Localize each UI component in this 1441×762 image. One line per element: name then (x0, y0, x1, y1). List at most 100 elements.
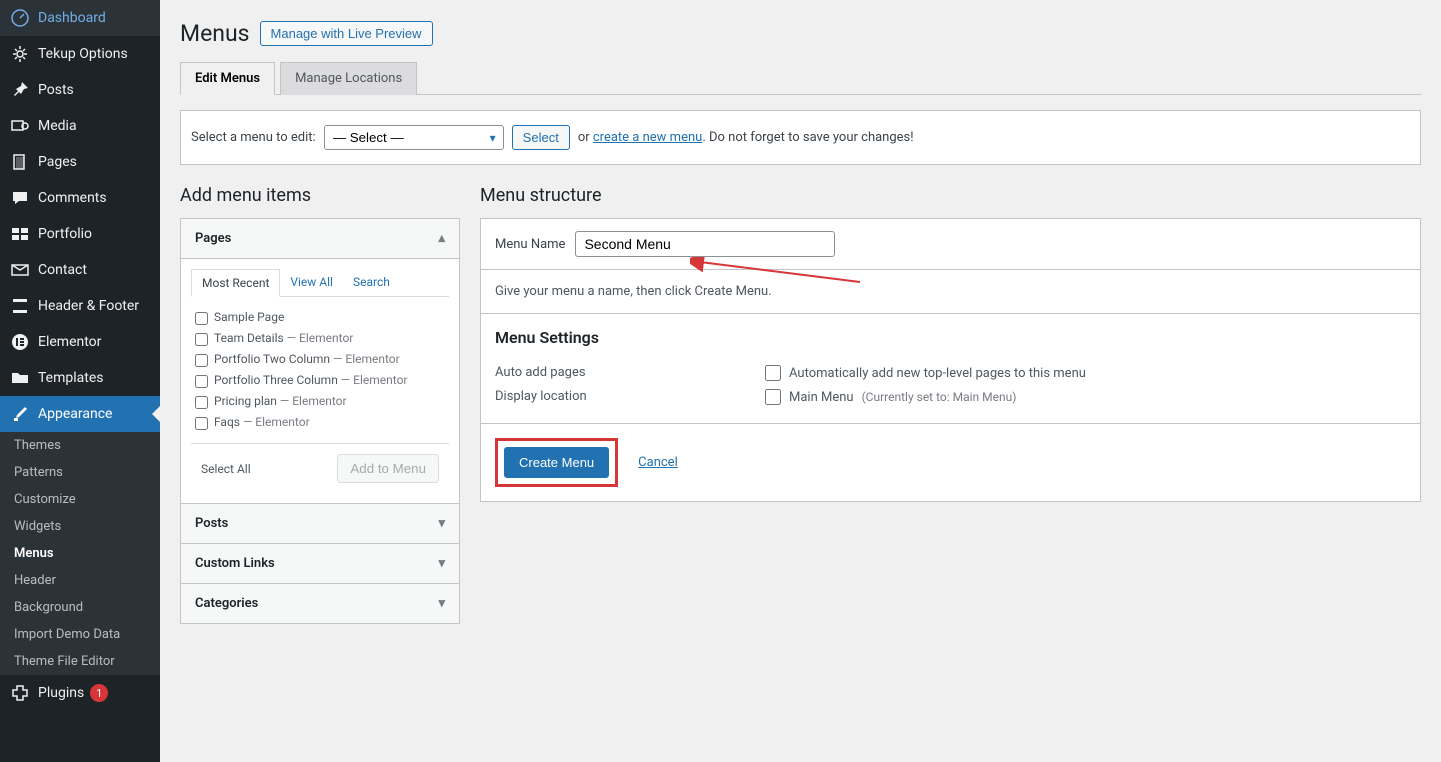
page-checkbox[interactable] (195, 417, 208, 430)
page-checkbox[interactable] (195, 312, 208, 325)
menu-name-input[interactable] (575, 231, 835, 257)
sidebar-item-dashboard[interactable]: Dashboard (0, 0, 160, 36)
auto-add-checkbox-row[interactable]: Automatically add new top-level pages to… (765, 365, 1086, 381)
submenu-theme-editor[interactable]: Theme File Editor (0, 648, 160, 675)
page-checkbox-item[interactable]: Sample Page (195, 307, 445, 328)
tab-most-recent[interactable]: Most Recent (191, 269, 280, 297)
menu-select-dropdown[interactable]: — Select — (324, 125, 504, 150)
admin-sidebar: Dashboard Tekup Options Posts Media Page… (0, 0, 160, 762)
submenu-background[interactable]: Background (0, 594, 160, 621)
media-icon (10, 116, 30, 136)
main-content: Menus Manage with Live Preview Edit Menu… (160, 0, 1441, 762)
page-checkbox-item[interactable]: Pricing plan — Elementor (195, 391, 445, 412)
chevron-down-icon: ▾ (438, 596, 445, 611)
menu-structure-title: Menu structure (480, 185, 1421, 206)
auto-add-checkbox[interactable] (765, 365, 781, 381)
display-location-note: (Currently set to: Main Menu) (862, 390, 1017, 404)
pages-header-label: Pages (195, 231, 231, 246)
mail-icon (10, 260, 30, 280)
brush-icon (10, 404, 30, 424)
submenu-themes[interactable]: Themes (0, 432, 160, 459)
cancel-link[interactable]: Cancel (638, 455, 678, 470)
select-all-link[interactable]: Select All (201, 462, 251, 476)
annotation-arrow (690, 257, 870, 287)
sidebar-item-portfolio[interactable]: Portfolio (0, 216, 160, 252)
sidebar-item-comments[interactable]: Comments (0, 180, 160, 216)
appearance-submenu: Themes Patterns Customize Widgets Menus … (0, 432, 160, 675)
create-menu-button[interactable]: Create Menu (504, 447, 609, 478)
auto-add-label: Auto add pages (495, 365, 765, 380)
save-note: . Do not forget to save your changes! (702, 130, 913, 145)
plugin-icon (10, 683, 30, 703)
display-location-checkbox[interactable] (765, 389, 781, 405)
chevron-up-icon: ▴ (438, 231, 445, 246)
gear-icon (10, 44, 30, 64)
sidebar-label: Tekup Options (38, 46, 128, 62)
menu-name-label: Menu Name (495, 237, 565, 252)
plugins-badge: 1 (90, 684, 108, 702)
page-checkbox[interactable] (195, 396, 208, 409)
sidebar-item-plugins[interactable]: Plugins 1 (0, 675, 160, 711)
categories-postbox-header[interactable]: Categories▾ (181, 584, 459, 623)
menu-footer-row: Create Menu Cancel (480, 424, 1421, 502)
posts-postbox-header[interactable]: Posts▾ (181, 504, 459, 543)
submenu-menus[interactable]: Menus (0, 540, 160, 567)
sidebar-label: Media (38, 118, 77, 134)
pages-postbox: Pages ▴ Most Recent View All Search Samp… (180, 218, 460, 504)
pages-postbox-header[interactable]: Pages ▴ (181, 219, 459, 259)
submenu-header[interactable]: Header (0, 567, 160, 594)
live-preview-button[interactable]: Manage with Live Preview (260, 21, 433, 46)
page-checkbox[interactable] (195, 354, 208, 367)
elementor-icon (10, 332, 30, 352)
sidebar-label: Templates (38, 370, 104, 386)
select-button[interactable]: Select (512, 125, 570, 150)
sidebar-item-posts[interactable]: Posts (0, 72, 160, 108)
submenu-patterns[interactable]: Patterns (0, 459, 160, 486)
pages-list[interactable]: Sample Page Team Details — Elementor Por… (191, 297, 449, 443)
sidebar-item-pages[interactable]: Pages (0, 144, 160, 180)
sidebar-label: Comments (38, 190, 107, 206)
submenu-widgets[interactable]: Widgets (0, 513, 160, 540)
help-text: Give your menu a name, then click Create… (480, 270, 1421, 314)
sidebar-label: Pages (38, 154, 77, 170)
portfolio-icon (10, 224, 30, 244)
page-checkbox[interactable] (195, 375, 208, 388)
tab-search[interactable]: Search (343, 269, 400, 296)
sidebar-label: Posts (38, 82, 74, 98)
page-checkbox[interactable] (195, 333, 208, 346)
page-checkbox-item[interactable]: Team Details — Elementor (195, 328, 445, 349)
chevron-down-icon: ▾ (438, 556, 445, 571)
tab-view-all[interactable]: View All (280, 269, 343, 296)
sidebar-item-tekup[interactable]: Tekup Options (0, 36, 160, 72)
sidebar-item-header-footer[interactable]: Header & Footer (0, 288, 160, 324)
sidebar-item-elementor[interactable]: Elementor (0, 324, 160, 360)
sidebar-label: Appearance (38, 406, 112, 422)
sidebar-label: Portfolio (38, 226, 92, 242)
comment-icon (10, 188, 30, 208)
tabs-nav: Edit Menus Manage Locations (180, 62, 1421, 95)
page-checkbox-item[interactable]: Portfolio Three Column — Elementor (195, 370, 445, 391)
submenu-customize[interactable]: Customize (0, 486, 160, 513)
tab-manage-locations[interactable]: Manage Locations (280, 62, 417, 95)
display-location-label: Display location (495, 389, 765, 404)
page-checkbox-item[interactable]: Portfolio Two Column — Elementor (195, 349, 445, 370)
sidebar-label: Plugins (38, 685, 84, 701)
tab-edit-menus[interactable]: Edit Menus (180, 62, 275, 95)
add-to-menu-button[interactable]: Add to Menu (337, 454, 439, 483)
display-location-checkbox-row[interactable]: Main Menu(Currently set to: Main Menu) (765, 389, 1016, 405)
folder-icon (10, 368, 30, 388)
sidebar-item-media[interactable]: Media (0, 108, 160, 144)
sidebar-item-contact[interactable]: Contact (0, 252, 160, 288)
menu-settings-title: Menu Settings (481, 314, 1420, 361)
page-title: Menus (180, 20, 250, 47)
page-checkbox-item[interactable]: Faqs — Elementor (195, 412, 445, 433)
custom-links-postbox-header[interactable]: Custom Links▾ (181, 544, 459, 583)
sidebar-item-appearance[interactable]: Appearance (0, 396, 160, 432)
create-new-menu-link[interactable]: create a new menu (593, 130, 702, 145)
menu-name-row: Menu Name (480, 218, 1421, 270)
submenu-import-demo[interactable]: Import Demo Data (0, 621, 160, 648)
or-text: or (578, 130, 590, 145)
sidebar-label: Contact (38, 262, 87, 278)
annotation-highlight: Create Menu (495, 438, 618, 487)
sidebar-item-templates[interactable]: Templates (0, 360, 160, 396)
